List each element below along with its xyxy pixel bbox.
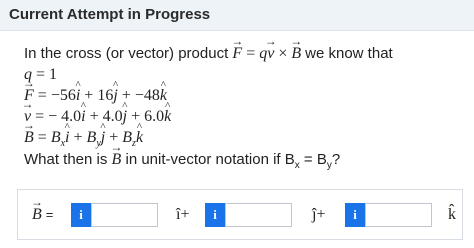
F-y: 16 [97, 87, 114, 104]
answer-input-i[interactable] [91, 203, 158, 227]
page-title: Current Attempt in Progress [9, 6, 211, 23]
B-x: B [50, 129, 61, 146]
answer-B-label: B = [32, 206, 53, 224]
question-intro: In the cross (or vector) product F = qv … [24, 45, 393, 63]
v-i: i [81, 108, 85, 126]
v-y: 4.0 [102, 108, 123, 125]
v-eq: = [35, 108, 45, 125]
v-equation: v = − 4.0i + 4.0j + 6.0k [24, 108, 171, 126]
ask-prefix: What then is [24, 151, 108, 168]
cross-product-formula: F = qv × B [232, 45, 305, 62]
v-k: k [164, 108, 171, 126]
ask-eq: = B [299, 151, 327, 168]
F-equation: F = −56i + 16j + −48k [24, 87, 167, 105]
question-ask: What then is B in unit-vector notation i… [24, 151, 340, 171]
answer-B-vec: B [32, 206, 42, 224]
v-z: 6.0 [144, 108, 165, 125]
v-j: j [123, 108, 127, 126]
ask-B: B [112, 151, 122, 169]
F-z: −48 [134, 87, 160, 104]
unit-j-label: ĵ+ [312, 206, 326, 223]
info-icon[interactable]: i [205, 203, 225, 227]
unit-i-label: î+ [176, 206, 190, 223]
header-bar: Current Attempt in Progress [0, 0, 474, 31]
B-label: B [24, 129, 34, 147]
B-plus1: + [73, 129, 83, 146]
F-j: j [113, 87, 117, 105]
B-eq: = [37, 129, 47, 146]
B-y: B [86, 129, 97, 146]
formula-B: B [291, 45, 301, 63]
B-j: j [101, 129, 105, 147]
q-eq: = [36, 66, 46, 83]
F-i: i [76, 87, 80, 105]
formula-eq: = [246, 45, 256, 62]
intro-tail: we know that [305, 45, 393, 62]
answer-eq: = [45, 207, 54, 222]
B-i: i [65, 129, 69, 147]
formula-v: v [267, 45, 274, 63]
B-k: k [136, 129, 143, 147]
answer-input-j[interactable] [225, 203, 292, 227]
F-x: −56 [50, 87, 76, 104]
formula-cross: × [278, 45, 288, 62]
B-equation: B = Bxi + Byj + Bzk [24, 129, 143, 149]
q-value: 1 [49, 66, 58, 83]
info-icon[interactable]: i [71, 203, 91, 227]
v-plus1: + [89, 108, 99, 125]
ask-end: ? [331, 151, 341, 168]
answer-input-k[interactable] [365, 203, 432, 227]
info-icon[interactable]: i [345, 203, 365, 227]
unit-k-label: k̂ [448, 206, 456, 223]
ask-middle: in unit-vector notation if B [125, 151, 295, 168]
B-z: B [122, 129, 133, 146]
F-eq: = [37, 87, 47, 104]
formula-F: F [232, 45, 242, 63]
intro-text: In the cross (or vector) product [24, 45, 229, 62]
answer-panel: B = i î+ i ĵ+ i k̂ [17, 189, 463, 240]
